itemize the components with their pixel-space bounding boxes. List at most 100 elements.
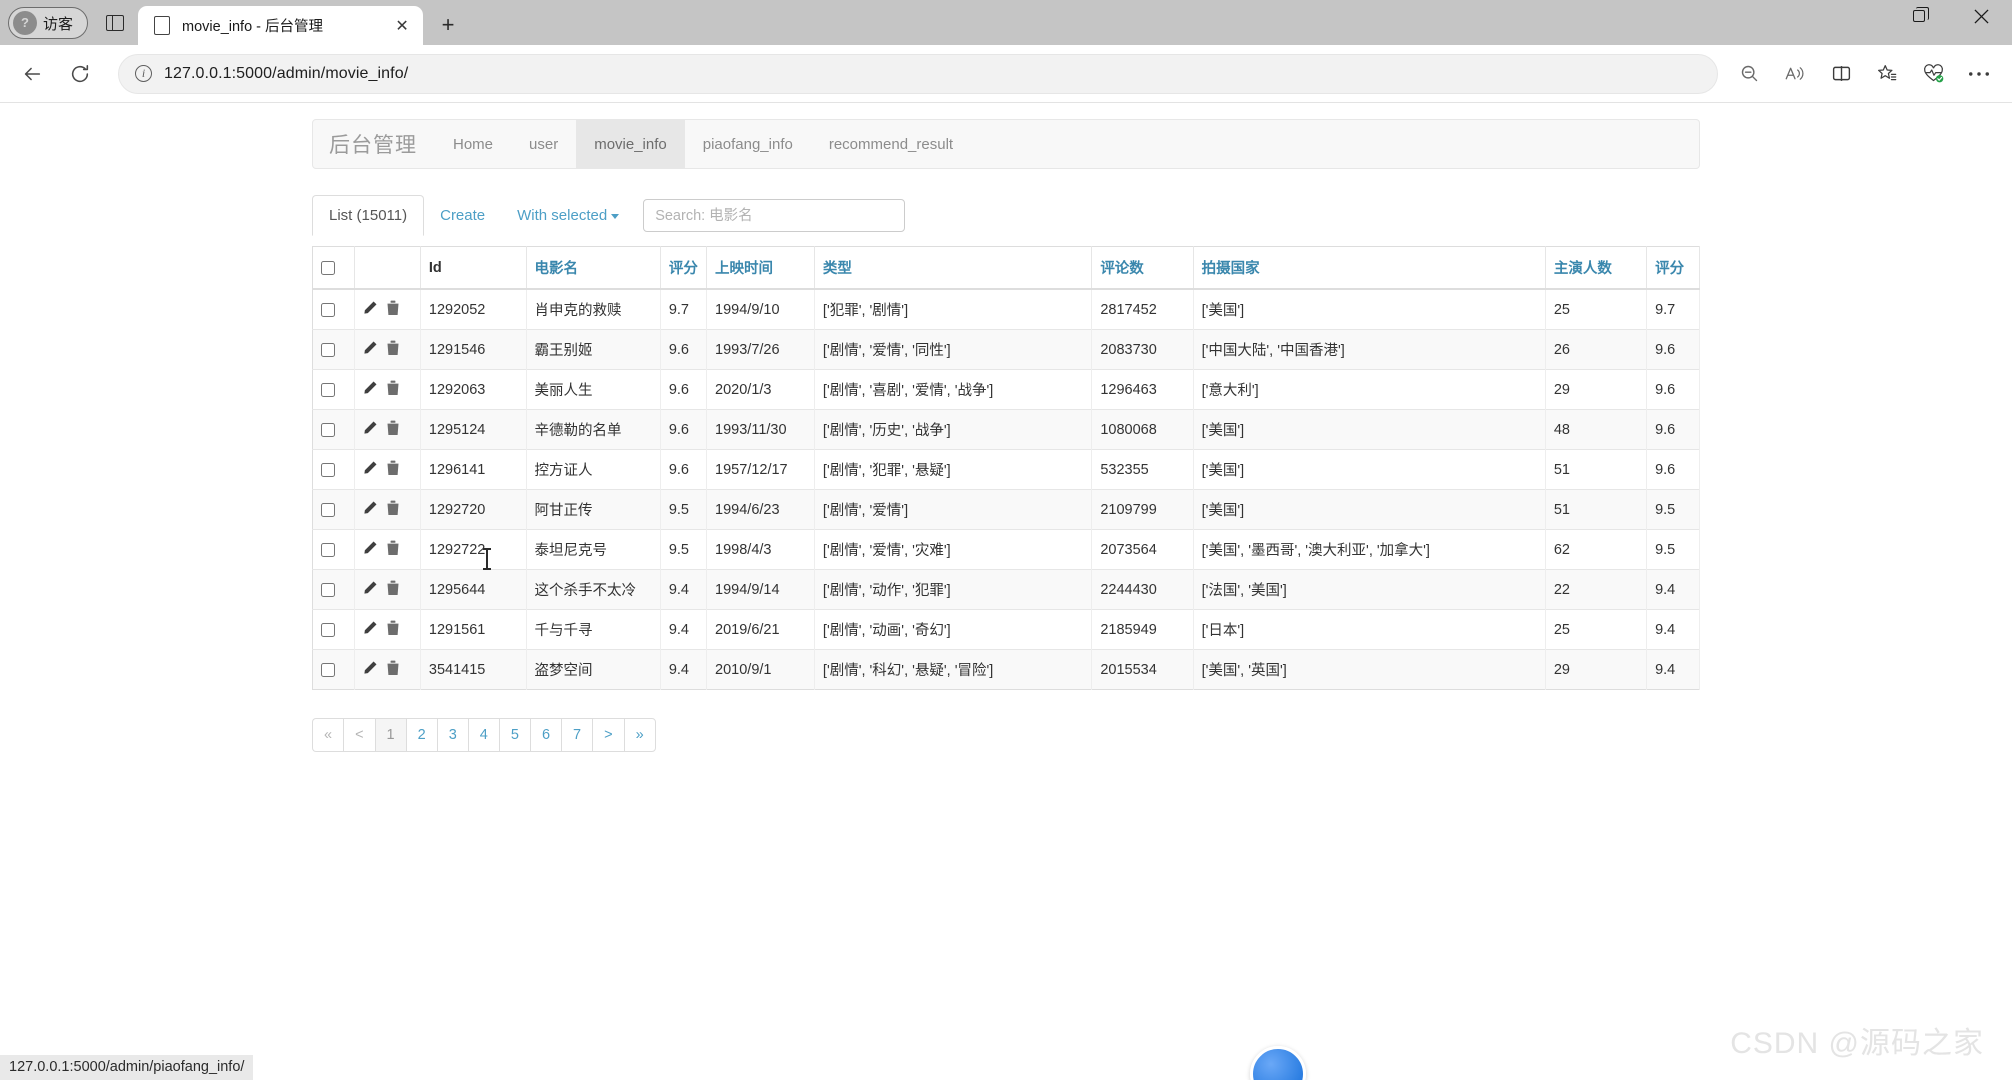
- row-checkbox[interactable]: [321, 342, 335, 357]
- edit-icon[interactable]: [363, 460, 378, 475]
- nav-link-user[interactable]: user: [511, 120, 576, 168]
- edit-icon[interactable]: [363, 540, 378, 555]
- delete-icon[interactable]: [386, 380, 400, 396]
- pagination-item[interactable]: 5: [498, 718, 530, 752]
- tab-actions-button[interactable]: [98, 7, 132, 39]
- cell-country: ['意大利']: [1193, 369, 1546, 410]
- zoom-out-icon[interactable]: [1728, 54, 1770, 94]
- edit-icon[interactable]: [363, 300, 378, 315]
- column-header-name[interactable]: 电影名: [526, 246, 661, 290]
- pagination-item[interactable]: 1: [374, 718, 406, 752]
- column-header-comments[interactable]: 评论数: [1091, 246, 1194, 290]
- delete-icon[interactable]: [386, 620, 400, 636]
- cell-cast: 48: [1545, 409, 1648, 450]
- nav-link-recommend-result[interactable]: recommend_result: [811, 120, 971, 168]
- pagination-item[interactable]: 7: [561, 718, 593, 752]
- column-header-score2[interactable]: 评分: [1646, 246, 1700, 290]
- nav-link-piaofang-info[interactable]: piaofang_info: [685, 120, 811, 168]
- select-all-checkbox[interactable]: [321, 260, 335, 275]
- edit-icon[interactable]: [363, 620, 378, 635]
- favorites-icon[interactable]: [1866, 54, 1908, 94]
- column-header-genre[interactable]: 类型: [814, 246, 1093, 290]
- pagination-item: <: [343, 718, 375, 752]
- delete-icon[interactable]: [386, 340, 400, 356]
- row-select-cell: [312, 569, 355, 610]
- settings-more-icon[interactable]: [1958, 54, 2000, 94]
- pagination-item[interactable]: 2: [405, 718, 437, 752]
- cell-id: 3541415: [420, 649, 527, 690]
- back-button[interactable]: [12, 54, 52, 94]
- new-tab-button[interactable]: +: [431, 8, 465, 42]
- profile-button[interactable]: 访客: [8, 7, 89, 39]
- with-selected-dropdown[interactable]: With selected: [501, 196, 635, 235]
- collections-health-icon[interactable]: [1912, 54, 1954, 94]
- row-checkbox[interactable]: [321, 542, 335, 557]
- cell-release: 1957/12/17: [706, 449, 815, 490]
- edit-icon[interactable]: [363, 340, 378, 355]
- edit-icon[interactable]: [363, 500, 378, 515]
- column-header-release[interactable]: 上映时间: [706, 246, 815, 290]
- minimize-button[interactable]: [1826, 0, 1888, 32]
- nav-link-movie-info[interactable]: movie_info: [576, 120, 685, 168]
- cell-genre: ['剧情', '爱情', '灾难']: [814, 529, 1093, 570]
- delete-icon[interactable]: [386, 660, 400, 676]
- row-checkbox[interactable]: [321, 622, 335, 637]
- row-checkbox[interactable]: [321, 422, 335, 437]
- site-info-icon[interactable]: i: [135, 65, 152, 82]
- url-bar[interactable]: i 127.0.0.1:5000/admin/movie_info/: [118, 53, 1718, 94]
- split-screen-icon[interactable]: [1820, 54, 1862, 94]
- row-checkbox[interactable]: [321, 662, 335, 677]
- nav-link-home[interactable]: Home: [435, 120, 511, 168]
- cell-release: 1993/7/26: [706, 329, 815, 370]
- row-checkbox[interactable]: [321, 582, 335, 597]
- edit-icon[interactable]: [363, 380, 378, 395]
- row-checkbox[interactable]: [321, 462, 335, 477]
- pagination-item[interactable]: 6: [529, 718, 562, 752]
- column-header-score[interactable]: 评分: [660, 246, 708, 290]
- column-header-cast[interactable]: 主演人数: [1545, 246, 1648, 290]
- cell-comments: 2073564: [1091, 529, 1194, 570]
- floating-action-bubble[interactable]: [1250, 1046, 1306, 1080]
- edit-icon[interactable]: [363, 660, 378, 675]
- delete-icon[interactable]: [386, 420, 400, 436]
- row-checkbox[interactable]: [321, 502, 335, 517]
- tab-create[interactable]: Create: [424, 196, 501, 235]
- row-checkbox[interactable]: [321, 302, 335, 317]
- column-header-country[interactable]: 拍摄国家: [1193, 246, 1546, 290]
- row-operations-cell: [354, 329, 421, 370]
- delete-icon[interactable]: [386, 580, 400, 596]
- page-container: 后台管理 Home user movie_info piaofang_info …: [312, 103, 1700, 752]
- close-window-button[interactable]: [1950, 0, 2012, 32]
- cell-score2: 9.4: [1646, 569, 1700, 610]
- cell-release: 1998/4/3: [706, 529, 815, 570]
- row-select-cell: [312, 609, 355, 650]
- table-header: Id 电影名 评分 上映时间 类型 评论数 拍摄国家 主演人数 评分: [312, 246, 1700, 290]
- row-select-cell: [312, 369, 355, 410]
- pagination-item[interactable]: 4: [467, 718, 499, 752]
- table-row: 1295644 这个杀手不太冷 9.4 1994/9/14 ['剧情', '动作', '…: [312, 569, 1700, 610]
- cell-score: 9.5: [660, 529, 708, 570]
- delete-icon[interactable]: [386, 460, 400, 476]
- delete-icon[interactable]: [386, 540, 400, 556]
- delete-icon[interactable]: [386, 500, 400, 516]
- delete-icon[interactable]: [386, 300, 400, 316]
- navbar-brand[interactable]: 后台管理: [313, 120, 435, 168]
- browser-tab-movie-info[interactable]: movie_info - 后台管理 ✕: [138, 6, 424, 45]
- tab-list[interactable]: List (15011): [312, 195, 425, 236]
- edit-icon[interactable]: [363, 580, 378, 595]
- pagination-item[interactable]: 3: [436, 718, 468, 752]
- read-aloud-icon[interactable]: [1774, 54, 1816, 94]
- pagination-item[interactable]: >: [592, 718, 624, 752]
- edit-icon[interactable]: [363, 420, 378, 435]
- cell-cast: 29: [1545, 369, 1648, 410]
- row-checkbox[interactable]: [321, 382, 335, 397]
- maximize-button[interactable]: [1888, 0, 1950, 32]
- close-icon[interactable]: ✕: [391, 15, 413, 37]
- cell-name: 控方证人: [526, 449, 661, 490]
- row-operations-cell: [354, 649, 421, 690]
- search-input[interactable]: [643, 199, 906, 232]
- browser-window: 访客 movie_info - 后台管理 ✕ + i 127.0: [0, 0, 2012, 1080]
- pagination-item[interactable]: »: [623, 718, 656, 752]
- reload-button[interactable]: [60, 54, 100, 94]
- table-row: 1295124 辛德勒的名单 9.6 1993/11/30 ['剧情', '历史', '…: [312, 409, 1700, 450]
